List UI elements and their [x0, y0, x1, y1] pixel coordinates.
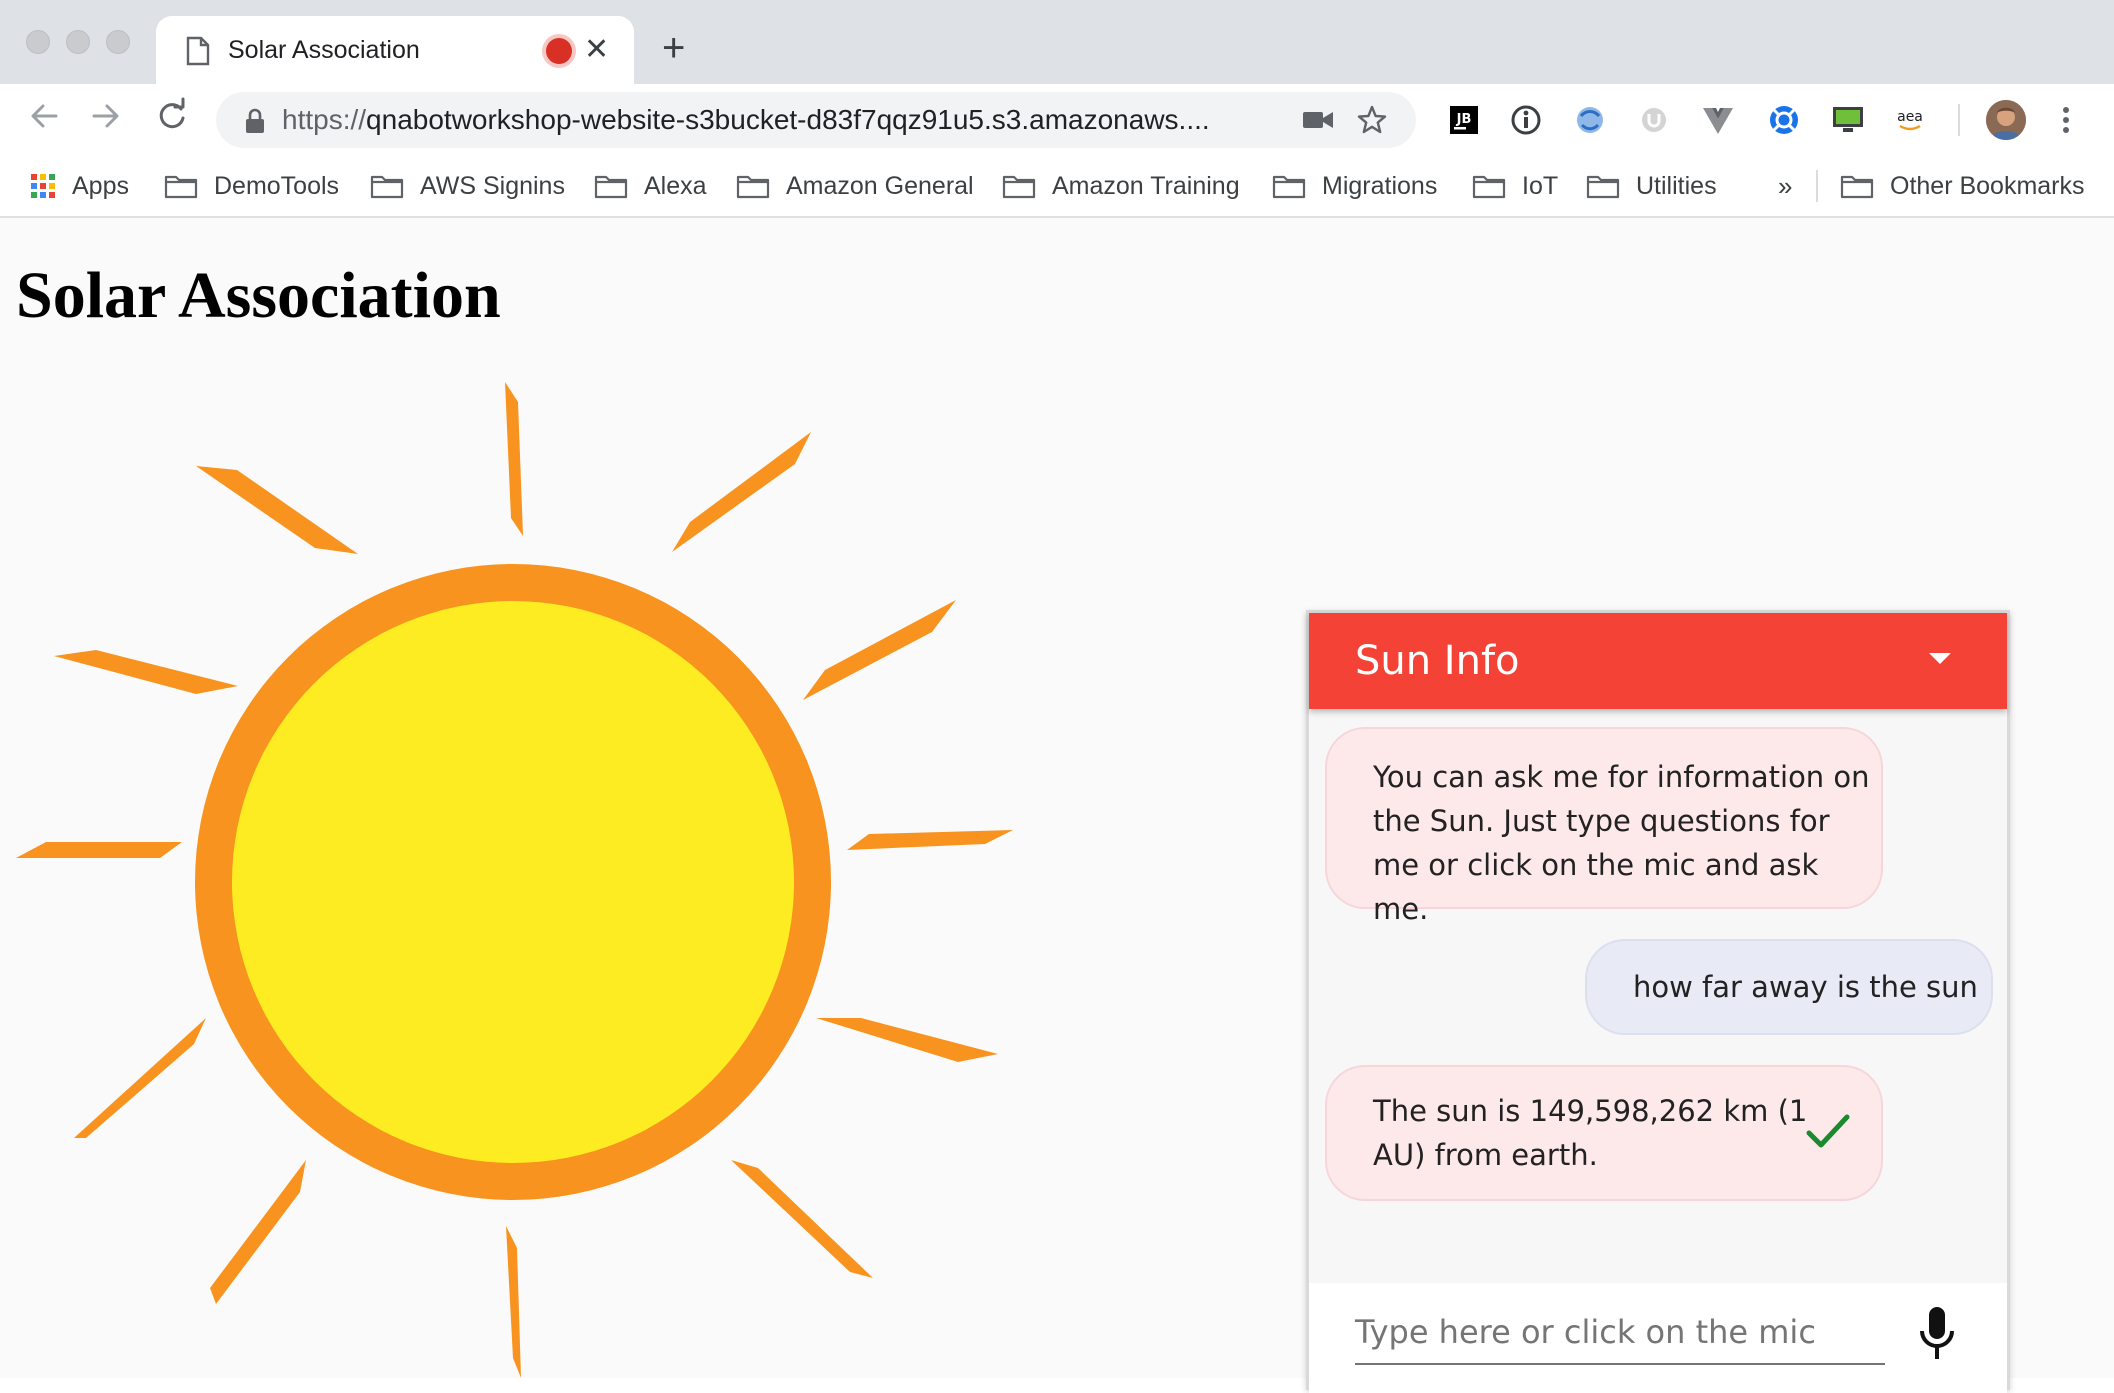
- ublock-icon[interactable]: [1636, 102, 1672, 138]
- bookmarks-overflow-button[interactable]: »: [1778, 166, 1792, 206]
- message-line: the Sun. Just type questions for: [1373, 804, 1830, 838]
- bookmark-label: Amazon General: [786, 171, 974, 200]
- bookmark-label: Apps: [72, 171, 129, 200]
- avatar-image-icon: [1986, 100, 2026, 140]
- jetbrains-icon[interactable]: JB: [1446, 102, 1482, 138]
- amazon-assistant-icon[interactable]: aea: [1892, 102, 1928, 138]
- bookmark-folder-alexa[interactable]: Alexa: [594, 166, 707, 206]
- camera-icon[interactable]: [1302, 108, 1334, 132]
- monitor-icon[interactable]: [1830, 102, 1866, 138]
- chat-input-bar: Type here or click on the mic: [1309, 1283, 2007, 1393]
- bookmark-label: Utilities: [1636, 171, 1717, 200]
- bookmark-label: AWS Signins: [420, 171, 565, 200]
- bookmark-label: DemoTools: [214, 171, 340, 200]
- bookmark-folder-amazon-general[interactable]: Amazon General: [736, 166, 974, 206]
- folder-icon: [594, 175, 628, 199]
- url-host: qnabotworkshop-website-s3bucket-d83f7qqz…: [366, 104, 1210, 135]
- page-title: Solar Association: [16, 259, 501, 332]
- bookmark-star-icon[interactable]: [1356, 104, 1388, 136]
- vue-icon[interactable]: [1700, 102, 1736, 138]
- folder-icon: [1472, 175, 1506, 199]
- toolbar-divider: [1958, 104, 1960, 136]
- bot-message: The sun is 149,598,262 km (1 AU) from ea…: [1325, 1065, 1883, 1201]
- browser-toolbar: https://qnabotworkshop-website-s3bucket-…: [0, 84, 2114, 156]
- window-maximize-button[interactable]: [106, 30, 130, 54]
- bookmark-label: Migrations: [1322, 171, 1438, 200]
- bookmark-label: IoT: [1522, 171, 1559, 200]
- bookmark-apps[interactable]: Apps: [30, 166, 129, 206]
- folder-icon: [1840, 175, 1874, 199]
- lock-icon: [246, 108, 264, 133]
- chat-title: Sun Info: [1355, 638, 1520, 684]
- window-close-button[interactable]: [26, 30, 50, 54]
- folder-icon: [1272, 175, 1306, 199]
- browser-window: Solar Association ✕ + https://qnabotwork…: [0, 0, 2114, 1393]
- kebab-menu-icon[interactable]: [2054, 100, 2078, 140]
- chatbot-widget: Sun Info You can ask me for information …: [1306, 610, 2010, 1393]
- profile-avatar[interactable]: [1986, 100, 2026, 140]
- url-text: https://qnabotworkshop-website-s3bucket-…: [282, 102, 1210, 138]
- bookmark-folder-iot[interactable]: IoT: [1472, 166, 1558, 206]
- bookmarks-divider: [1816, 170, 1818, 202]
- info-icon[interactable]: [1508, 102, 1544, 138]
- web-page: Solar Association Sun Info You can ask m…: [0, 218, 2114, 1393]
- sun-core: [232, 601, 794, 1163]
- tab-title: Solar Association: [228, 36, 420, 64]
- folder-icon: [370, 175, 404, 199]
- bookmark-label: Alexa: [644, 171, 707, 200]
- bookmark-folder-amazon-training[interactable]: Amazon Training: [1002, 166, 1240, 206]
- message-line: how far away is the sun: [1633, 970, 1978, 1004]
- bookmark-label: Amazon Training: [1052, 171, 1240, 200]
- reload-icon[interactable]: [150, 94, 194, 138]
- checkmark-icon: [1806, 1114, 1850, 1148]
- bookmark-folder-aws-signins[interactable]: AWS Signins: [370, 166, 565, 206]
- folder-icon: [164, 175, 198, 199]
- window-minimize-button[interactable]: [66, 30, 90, 54]
- bookmarks-bar: Apps DemoTools AWS Signins Alexa Amazon …: [0, 156, 2114, 218]
- translate-icon[interactable]: [1572, 102, 1608, 138]
- forward-icon[interactable]: [84, 94, 128, 138]
- folder-icon: [1586, 175, 1620, 199]
- bookmark-folder-other[interactable]: Other Bookmarks: [1840, 166, 2085, 206]
- message-line: You can ask me for information on: [1373, 760, 1870, 794]
- message-line: me or click on the mic and ask me.: [1373, 848, 1819, 926]
- page-icon: [186, 36, 210, 66]
- collapse-caret-icon[interactable]: [1929, 653, 1951, 664]
- chat-input[interactable]: Type here or click on the mic: [1355, 1303, 1885, 1365]
- bookmark-label: Other Bookmarks: [1890, 171, 2085, 200]
- jetbrains-label: JB: [1456, 112, 1472, 127]
- url-scheme: https://: [282, 104, 367, 135]
- folder-icon: [1002, 175, 1036, 199]
- bot-message: You can ask me for information on the Su…: [1325, 727, 1883, 926]
- recording-indicator-icon: [546, 38, 572, 64]
- tab-close-icon[interactable]: ✕: [584, 30, 609, 70]
- amazon-assistant-label: aea: [1897, 109, 1923, 125]
- tab-active[interactable]: Solar Association ✕: [156, 16, 634, 84]
- new-tab-button[interactable]: +: [662, 26, 685, 70]
- sun-illustration-icon: [16, 382, 1013, 1378]
- back-icon[interactable]: [22, 94, 66, 138]
- bookmark-folder-demotools[interactable]: DemoTools: [164, 166, 339, 206]
- crosshair-icon[interactable]: [1766, 102, 1802, 138]
- folder-icon: [736, 175, 770, 199]
- microphone-icon[interactable]: [1917, 1305, 1957, 1363]
- bookmark-folder-utilities[interactable]: Utilities: [1586, 166, 1717, 206]
- address-bar[interactable]: https://qnabotworkshop-website-s3bucket-…: [216, 92, 1416, 148]
- apps-grid-icon: [31, 174, 55, 198]
- tab-strip: Solar Association ✕ +: [0, 0, 2114, 84]
- user-message: how far away is the sun: [1585, 939, 1993, 1035]
- bookmark-folder-migrations[interactable]: Migrations: [1272, 166, 1437, 206]
- chat-header[interactable]: Sun Info: [1309, 613, 2007, 709]
- chat-input-placeholder: Type here or click on the mic: [1355, 1313, 1816, 1351]
